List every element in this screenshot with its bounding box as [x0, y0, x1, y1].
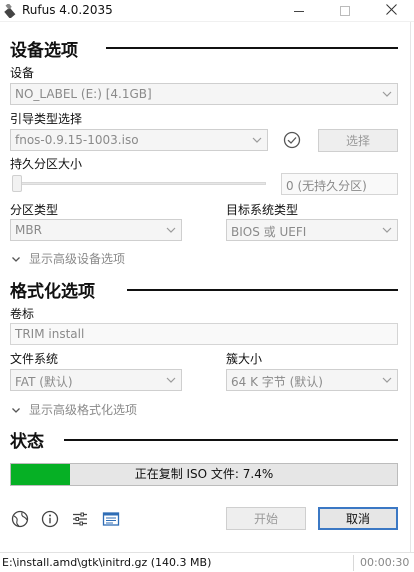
- advanced-drive-toggle-label: 显示高级设备选项: [29, 252, 126, 266]
- slider-handle[interactable]: [12, 175, 22, 192]
- status-bar-text: E:\install.amd\gtk\initrd.gz (140.3 MB): [2, 556, 212, 569]
- partition-scheme-select[interactable]: MBR: [10, 219, 182, 241]
- section-divider: [106, 47, 398, 49]
- elapsed-timer: 00:00:30: [360, 556, 410, 569]
- drive-properties-heading: 设备选项: [10, 41, 78, 61]
- target-system-value: BIOS 或 UEFI: [231, 225, 307, 239]
- device-select[interactable]: NO_LABEL (E:) [4.1GB]: [10, 83, 398, 105]
- volume-label-label: 卷标: [10, 307, 35, 321]
- info-icon[interactable]: [41, 510, 59, 528]
- persistent-partition-label: 持久分区大小: [10, 157, 83, 171]
- rufus-usb-icon: [3, 3, 17, 19]
- window-edge: [410, 22, 414, 552]
- boot-selection-value: fnos-0.9.15-1003.iso: [15, 133, 139, 147]
- minimize-button[interactable]: [276, 0, 322, 22]
- start-button[interactable]: 开始: [226, 507, 306, 530]
- format-options-heading: 格式化选项: [10, 282, 95, 302]
- progress-text: 正在复制 ISO 文件: 7.4%: [134, 467, 274, 481]
- cluster-size-select[interactable]: 64 K 字节 (默认): [226, 369, 398, 391]
- cluster-size-label: 簇大小: [226, 352, 263, 366]
- maximize-icon: [340, 6, 350, 16]
- boot-selection-select[interactable]: fnos-0.9.15-1003.iso: [10, 129, 268, 151]
- section-divider: [64, 439, 398, 441]
- boot-selection-label: 引导类型选择: [10, 112, 83, 126]
- window-title: Rufus 4.0.2035: [22, 3, 113, 17]
- section-divider: [127, 289, 398, 291]
- chevron-down-icon: [380, 373, 394, 387]
- cancel-button[interactable]: 取消: [318, 507, 398, 530]
- partition-scheme-value: MBR: [15, 223, 42, 237]
- chevron-down-icon: [250, 133, 264, 147]
- file-system-label: 文件系统: [10, 352, 59, 366]
- minimize-icon: [294, 10, 304, 12]
- chevron-down-icon: [380, 87, 394, 101]
- settings-sliders-icon[interactable]: [71, 510, 89, 528]
- progress-bar: 正在复制 ISO 文件: 7.4%: [10, 463, 398, 486]
- status-heading: 状态: [10, 432, 44, 452]
- advanced-format-toggle[interactable]: 显示高级格式化选项: [10, 401, 137, 418]
- log-icon[interactable]: [102, 510, 120, 528]
- maximize-button[interactable]: [322, 0, 368, 22]
- target-system-label: 目标系统类型: [226, 203, 299, 217]
- chevron-down-icon: [164, 223, 178, 237]
- close-button[interactable]: [368, 0, 414, 22]
- title-bar: Rufus 4.0.2035: [0, 0, 414, 22]
- device-select-value: NO_LABEL (E:) [4.1GB]: [15, 87, 152, 101]
- volume-label-input[interactable]: TRIM install: [10, 323, 398, 345]
- chevron-down-icon: [10, 404, 22, 416]
- device-label: 设备: [10, 66, 35, 80]
- target-system-select[interactable]: BIOS 或 UEFI: [226, 219, 398, 241]
- close-icon: [385, 4, 397, 18]
- status-bar: E:\install.amd\gtk\initrd.gz (140.3 MB) …: [0, 552, 414, 572]
- persistent-size-slider[interactable]: [14, 182, 266, 185]
- chevron-down-icon: [164, 373, 178, 387]
- check-hash-icon[interactable]: [283, 131, 301, 149]
- partition-scheme-label: 分区类型: [10, 203, 59, 217]
- cluster-size-value: 64 K 字节 (默认): [231, 375, 323, 389]
- advanced-format-toggle-label: 显示高级格式化选项: [29, 403, 138, 417]
- chevron-down-icon: [380, 223, 394, 237]
- file-system-value: FAT (默认): [15, 375, 73, 389]
- globe-icon[interactable]: [11, 510, 29, 528]
- persistent-size-field[interactable]: 0 (无持久分区): [281, 173, 398, 195]
- file-system-select[interactable]: FAT (默认): [10, 369, 182, 391]
- status-bar-divider: [353, 555, 354, 571]
- select-image-button[interactable]: 选择: [318, 129, 398, 152]
- advanced-drive-toggle[interactable]: 显示高级设备选项: [10, 250, 125, 267]
- chevron-down-icon: [10, 253, 22, 265]
